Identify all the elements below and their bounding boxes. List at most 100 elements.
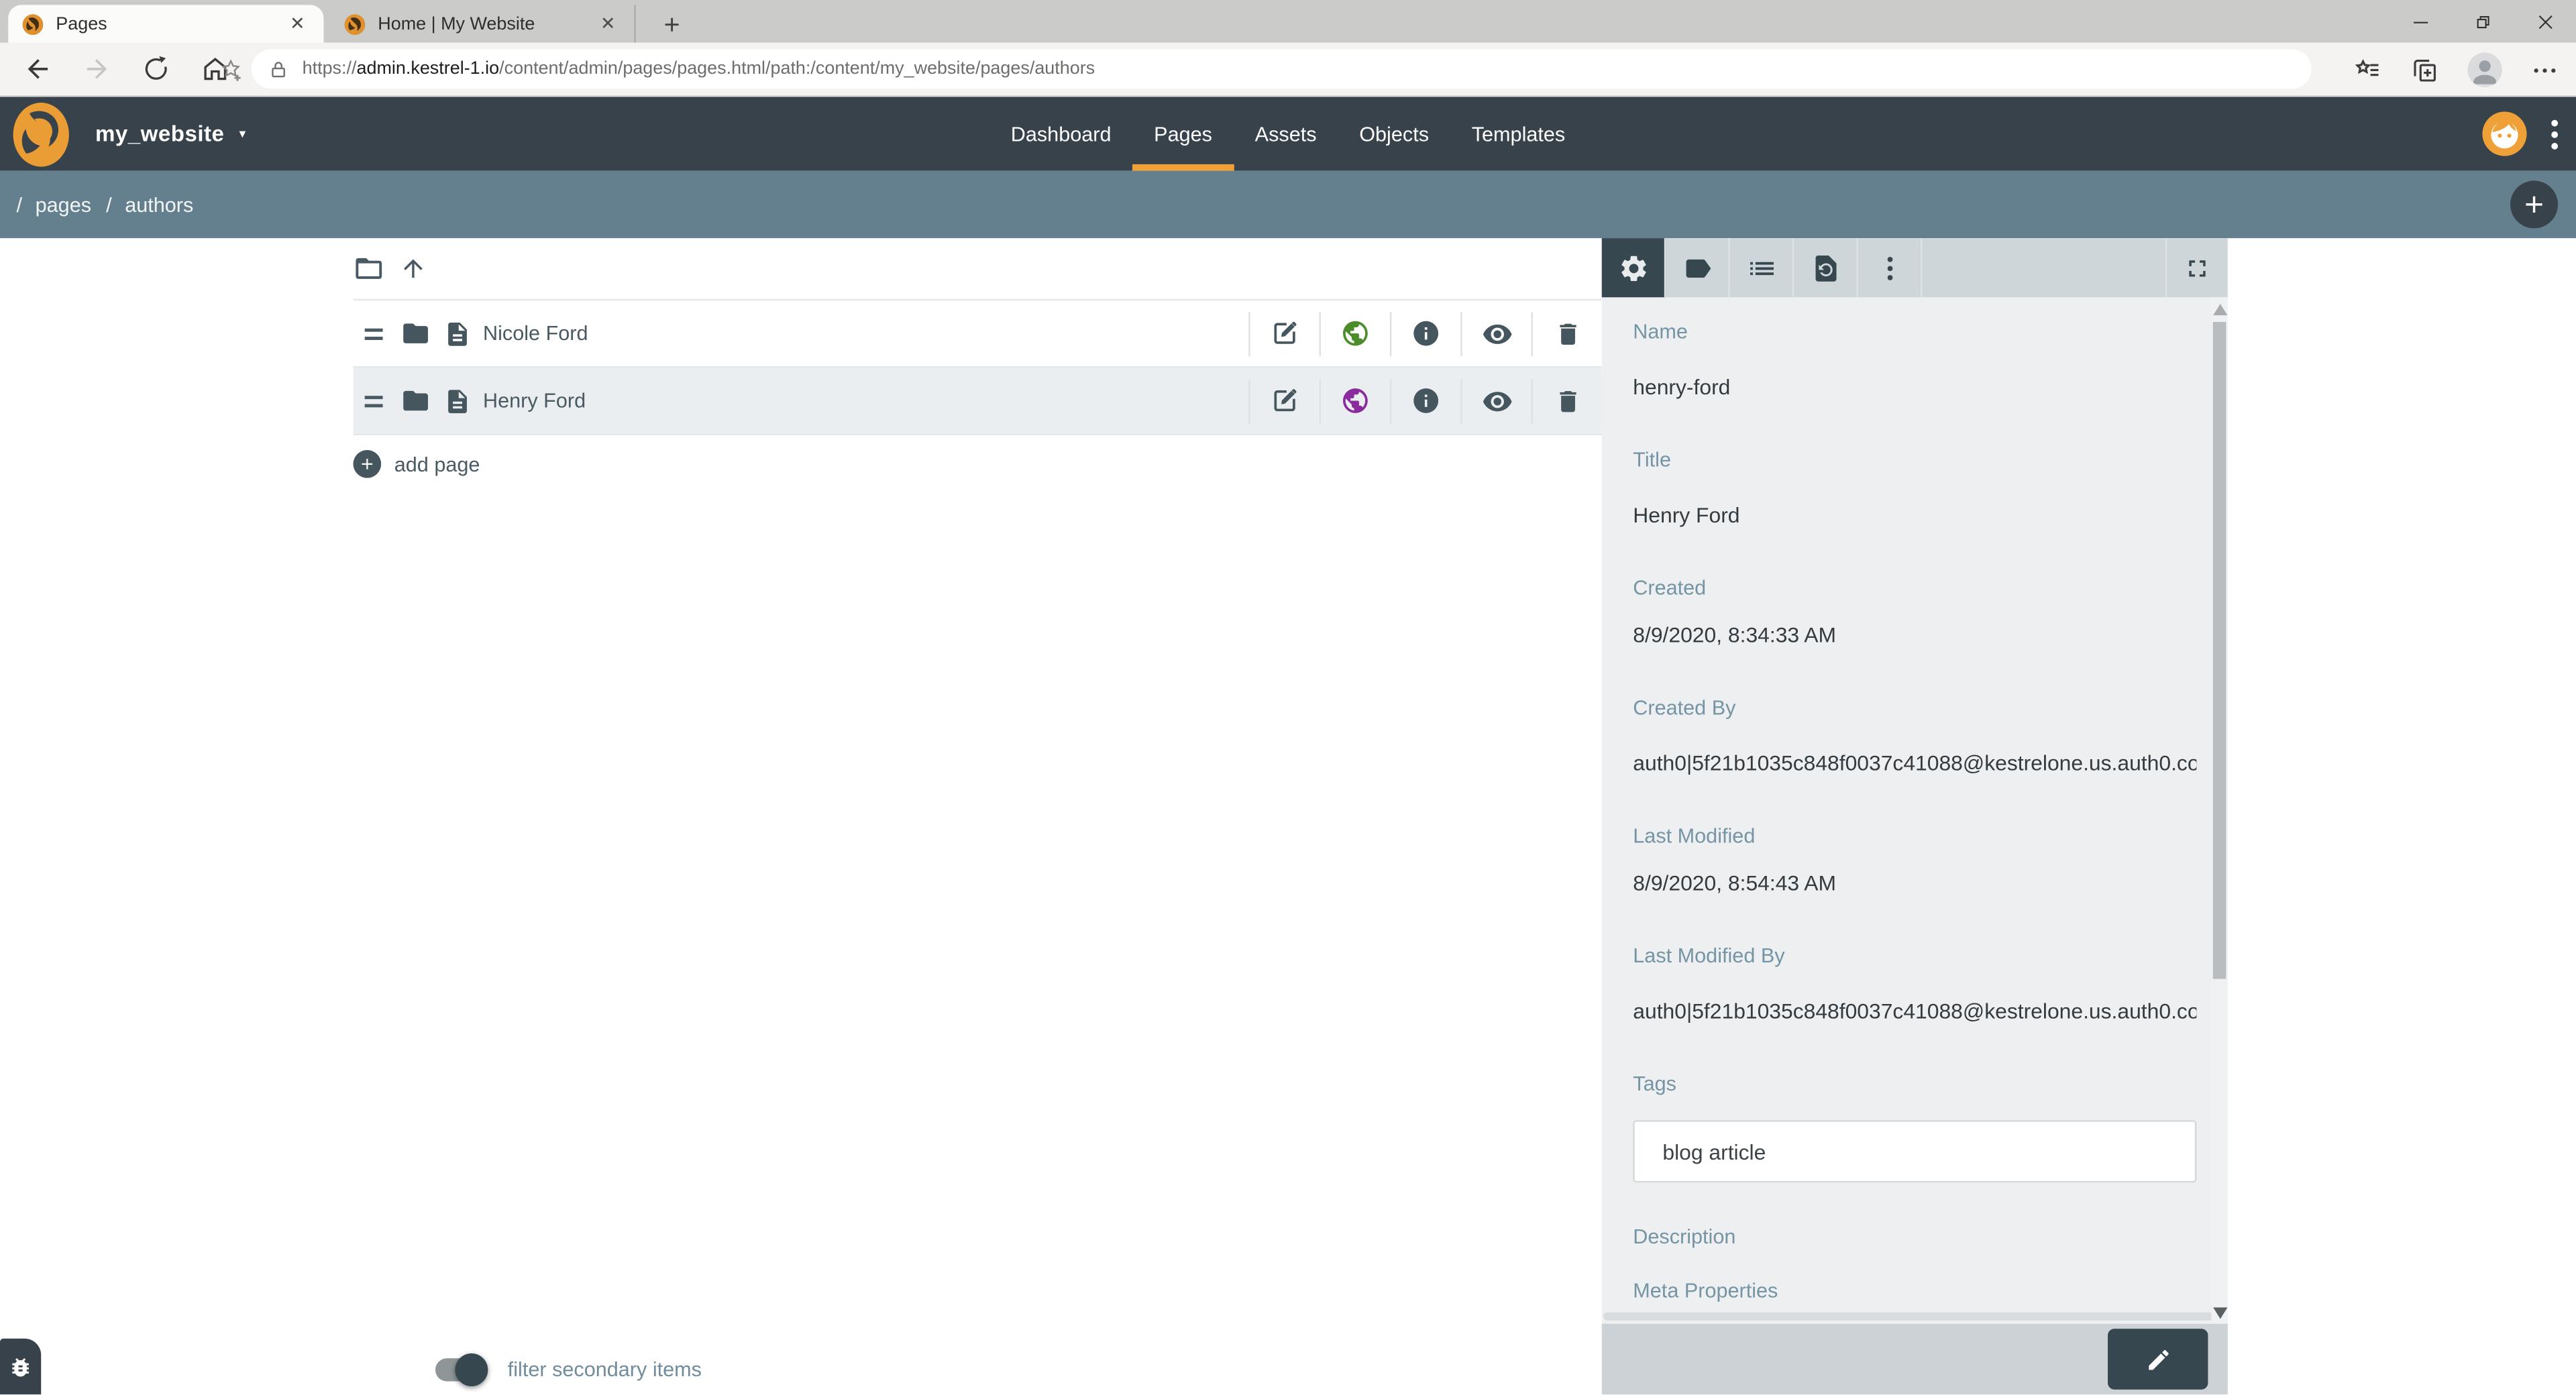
nav-assets[interactable]: Assets (1234, 97, 1338, 170)
debug-badge[interactable] (0, 1339, 41, 1394)
add-button[interactable] (2510, 180, 2558, 228)
tab-more[interactable] (1858, 238, 1923, 297)
filter-bar: filter secondary items (435, 1358, 702, 1381)
pencil-icon (2145, 1346, 2171, 1372)
site-caret-icon[interactable]: ▾ (239, 127, 246, 142)
header-menu-icon[interactable] (2543, 117, 2566, 153)
folder-up-icon[interactable] (354, 253, 385, 284)
publish-status-button[interactable] (1320, 311, 1390, 355)
nav-pages[interactable]: Pages (1132, 97, 1233, 170)
edit-page-button[interactable] (1248, 311, 1319, 355)
field-value: henry-ford (1633, 374, 2196, 399)
row-actions (1248, 311, 1602, 355)
tab-tags[interactable] (1666, 238, 1730, 297)
field-created-by: Created By auth0|5f21b1035c848f0037c4108… (1633, 696, 2196, 775)
tab-properties[interactable] (1602, 238, 1666, 297)
arrow-up-icon[interactable] (399, 255, 427, 283)
delete-button[interactable] (1531, 311, 1601, 355)
expand-panel-button[interactable] (2165, 238, 2228, 297)
nav-label: Assets (1255, 122, 1317, 145)
edit-properties-button[interactable] (2108, 1329, 2208, 1390)
field-value: 8/9/2020, 8:54:43 AM (1633, 871, 2196, 895)
new-tab-button[interactable] (655, 8, 687, 40)
drag-handle-icon[interactable] (365, 390, 383, 412)
tab-close-icon[interactable]: ✕ (595, 11, 621, 37)
restore-button[interactable] (2451, 0, 2514, 43)
nav-dashboard[interactable]: Dashboard (989, 97, 1132, 170)
field-last-modified: Last Modified 8/9/2020, 8:54:43 AM (1633, 824, 2196, 895)
url-path: /content/admin/pages/pages.html/path:/co… (499, 59, 1095, 78)
window-controls (2389, 0, 2576, 43)
browser-tabstrip: Pages ✕ Home | My Website ✕ (0, 0, 2576, 43)
info-button[interactable] (1390, 378, 1460, 423)
scroll-down-icon[interactable] (2211, 1302, 2227, 1322)
nav-objects[interactable]: Objects (1338, 97, 1450, 170)
person-icon (2467, 52, 2502, 87)
tags-input[interactable]: blog article (1633, 1120, 2196, 1182)
panel-scrollbar[interactable] (2211, 297, 2227, 1324)
row-actions (1248, 378, 1602, 423)
field-label: Title (1633, 449, 2196, 473)
panel-footer (1602, 1324, 2228, 1394)
kestrel-logo[interactable] (8, 99, 74, 168)
user-avatar[interactable] (2482, 112, 2526, 156)
field-label: Tags (1633, 1072, 2196, 1097)
nav-templates[interactable]: Templates (1450, 97, 1587, 170)
browser-tab-home[interactable]: Home | My Website ✕ (330, 5, 636, 42)
trash-icon (1554, 319, 1582, 347)
page-row-nicole-ford[interactable]: Nicole Ford (354, 300, 1602, 368)
page-title: Nicole Ford (483, 322, 588, 345)
forward-icon[interactable] (82, 54, 111, 84)
plus-circle-icon (354, 450, 382, 478)
preview-button[interactable] (1460, 311, 1531, 355)
face-icon (2482, 112, 2526, 156)
field-name: Name henry-ford (1633, 321, 2196, 400)
properties-panel: Name henry-ford Title Henry Ford Created… (1602, 238, 2228, 1394)
add-page-button[interactable]: add page (354, 450, 1602, 478)
field-tags: Tags blog article (1633, 1072, 2196, 1182)
fullscreen-icon (2184, 254, 2212, 282)
filter-toggle[interactable] (435, 1358, 484, 1381)
address-bar[interactable]: https://admin.kestrel-1.io/content/admin… (252, 49, 2312, 89)
field-label: Created By (1633, 696, 2196, 721)
site-name[interactable]: my_website (95, 121, 224, 146)
publish-status-button[interactable] (1320, 378, 1390, 423)
tab-list[interactable] (1730, 238, 1794, 297)
page-list-pane: Nicole Ford Henry Ford (0, 238, 1602, 1394)
gear-icon (1617, 252, 1649, 284)
tab-versions[interactable] (1794, 238, 1858, 297)
tab-close-icon[interactable]: ✕ (284, 11, 311, 37)
favorite-star-add-icon[interactable] (219, 58, 244, 82)
main-nav: Dashboard Pages Assets Objects Templates (989, 97, 1587, 170)
browser-profile-avatar[interactable] (2467, 52, 2502, 87)
toggle-knob[interactable] (455, 1353, 488, 1386)
breadcrumb-pages[interactable]: pages (36, 193, 91, 216)
breadcrumb-slash: / (106, 193, 112, 216)
browser-tab-pages[interactable]: Pages ✕ (8, 5, 323, 42)
reload-icon[interactable] (142, 54, 171, 84)
browser-menu-icon[interactable] (2530, 55, 2559, 85)
tab-title: Home | My Website (378, 14, 594, 34)
back-icon[interactable] (23, 54, 52, 84)
horizontal-scrollbar[interactable] (1603, 1313, 2214, 1321)
edit-page-button[interactable] (1248, 378, 1319, 423)
breadcrumb-authors[interactable]: authors (125, 193, 193, 216)
preview-button[interactable] (1460, 378, 1531, 423)
drag-handle-icon[interactable] (365, 323, 383, 344)
collections-icon[interactable] (2410, 55, 2440, 85)
scroll-up-icon[interactable] (2211, 299, 2227, 319)
scrollbar-thumb[interactable] (2213, 322, 2226, 979)
close-window-button[interactable] (2514, 0, 2576, 43)
minimize-button[interactable] (2389, 0, 2451, 43)
page-icon (443, 387, 472, 415)
delete-button[interactable] (1531, 378, 1601, 423)
globe-icon (1340, 386, 1370, 416)
info-button[interactable] (1390, 311, 1460, 355)
panel-body: Name henry-ford Title Henry Ford Created… (1602, 297, 2228, 1324)
favorites-bar-icon[interactable] (2353, 55, 2382, 85)
page-row-henry-ford[interactable]: Henry Ford (354, 368, 1602, 435)
breadcrumb: / pages / authors (0, 171, 2576, 238)
content: Nicole Ford Henry Ford (0, 238, 2576, 1394)
globe-icon (1340, 319, 1370, 348)
field-label: Meta Properties (1633, 1280, 2196, 1304)
